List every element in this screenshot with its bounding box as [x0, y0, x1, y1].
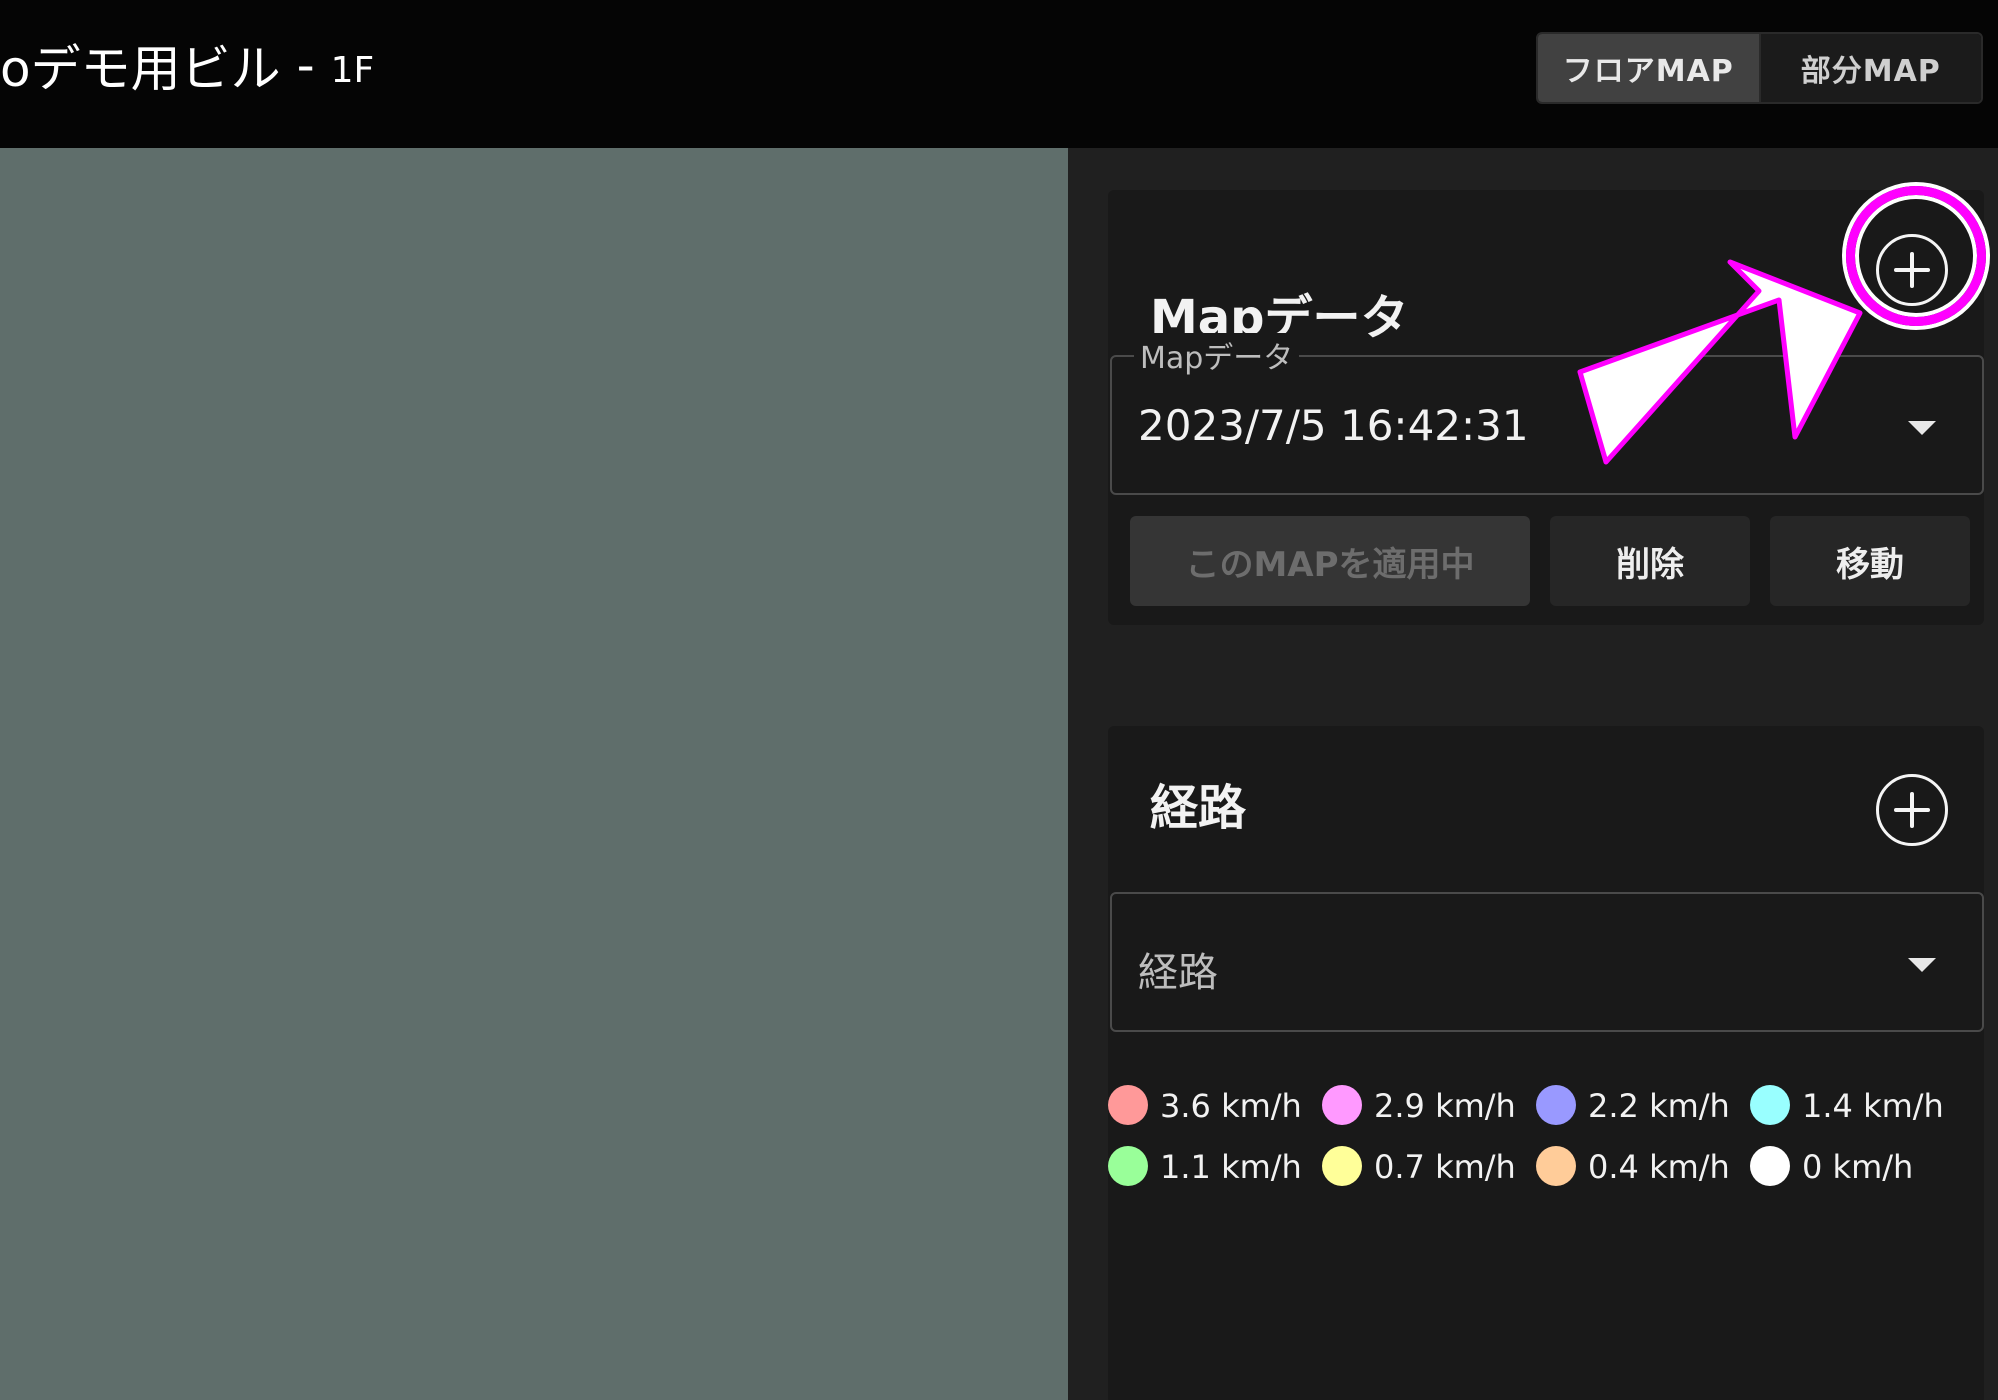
- legend-item: 0 km/h: [1750, 1146, 1914, 1186]
- legend-item: 3.6 km/h: [1108, 1085, 1302, 1125]
- app-header: oデモ用ビル - 1F フロアMAP 部分MAP: [0, 0, 1998, 148]
- color-dot-icon: [1750, 1146, 1790, 1186]
- legend-label: 2.2 km/h: [1588, 1087, 1730, 1125]
- legend-label: 0 km/h: [1802, 1148, 1914, 1186]
- legend-label: 2.9 km/h: [1374, 1087, 1516, 1125]
- side-panel: Mapデータ Mapデータ 2023/7/5 16:42:31 このMAPを適用…: [1068, 148, 1998, 1400]
- route-select[interactable]: 経路: [1110, 892, 1984, 1032]
- map-canvas[interactable]: [0, 148, 1068, 1400]
- legend-label: 3.6 km/h: [1160, 1087, 1302, 1125]
- building-name: oデモ用ビル: [0, 40, 281, 98]
- chevron-down-icon: [1908, 421, 1936, 435]
- speed-legend: 3.6 km/h 2.9 km/h 2.2 km/h 1.4 km/h 1.1 …: [1108, 1076, 1968, 1198]
- delete-button[interactable]: 削除: [1550, 516, 1750, 606]
- legend-item: 1.1 km/h: [1108, 1146, 1302, 1186]
- legend-label: 1.1 km/h: [1160, 1148, 1302, 1186]
- map-data-card: Mapデータ Mapデータ 2023/7/5 16:42:31 このMAPを適用…: [1108, 186, 1986, 625]
- color-dot-icon: [1322, 1146, 1362, 1186]
- plus-icon: [1894, 792, 1930, 828]
- chevron-down-icon: [1908, 958, 1936, 972]
- legend-label: 0.4 km/h: [1588, 1148, 1730, 1186]
- apply-map-button: このMAPを適用中: [1130, 516, 1530, 606]
- legend-label: 1.4 km/h: [1802, 1087, 1944, 1125]
- color-dot-icon: [1750, 1085, 1790, 1125]
- page-title: oデモ用ビル - 1F: [0, 0, 374, 130]
- legend-item: 2.9 km/h: [1322, 1085, 1516, 1125]
- plus-icon: [1894, 252, 1930, 288]
- floor-label: 1F: [330, 49, 375, 91]
- add-map-data-button[interactable]: [1876, 234, 1948, 306]
- map-mode-toggle: フロアMAP 部分MAP: [1536, 32, 1983, 104]
- color-dot-icon: [1108, 1085, 1148, 1125]
- floor-map-button[interactable]: フロアMAP: [1538, 34, 1759, 102]
- partial-map-button[interactable]: 部分MAP: [1758, 34, 1981, 102]
- add-route-button[interactable]: [1876, 774, 1948, 846]
- move-button[interactable]: 移動: [1770, 516, 1970, 606]
- map-data-select[interactable]: Mapデータ 2023/7/5 16:42:31: [1110, 333, 1984, 495]
- app-root: oデモ用ビル - 1F フロアMAP 部分MAP Mapデータ Mapデータ 2…: [0, 0, 1998, 1400]
- color-dot-icon: [1322, 1085, 1362, 1125]
- legend-item: 1.4 km/h: [1750, 1085, 1944, 1125]
- title-separator: -: [296, 36, 315, 94]
- map-data-selected-value: 2023/7/5 16:42:31: [1138, 401, 1529, 450]
- legend-item: 2.2 km/h: [1536, 1085, 1730, 1125]
- legend-label: 0.7 km/h: [1374, 1148, 1516, 1186]
- route-title: 経路: [1150, 780, 1247, 836]
- legend-item: 0.7 km/h: [1322, 1146, 1516, 1186]
- legend-item: 0.4 km/h: [1536, 1146, 1730, 1186]
- map-data-select-label: Mapデータ: [1134, 333, 1300, 377]
- color-dot-icon: [1536, 1085, 1576, 1125]
- map-actions: このMAPを適用中 削除 移動: [1130, 516, 1970, 606]
- color-dot-icon: [1536, 1146, 1576, 1186]
- color-dot-icon: [1108, 1146, 1148, 1186]
- route-card: 経路 経路 3.6 km/h 2.9 km/h 2.2 km/h 1.4 km/…: [1108, 726, 1984, 1400]
- route-select-placeholder: 経路: [1138, 950, 1218, 996]
